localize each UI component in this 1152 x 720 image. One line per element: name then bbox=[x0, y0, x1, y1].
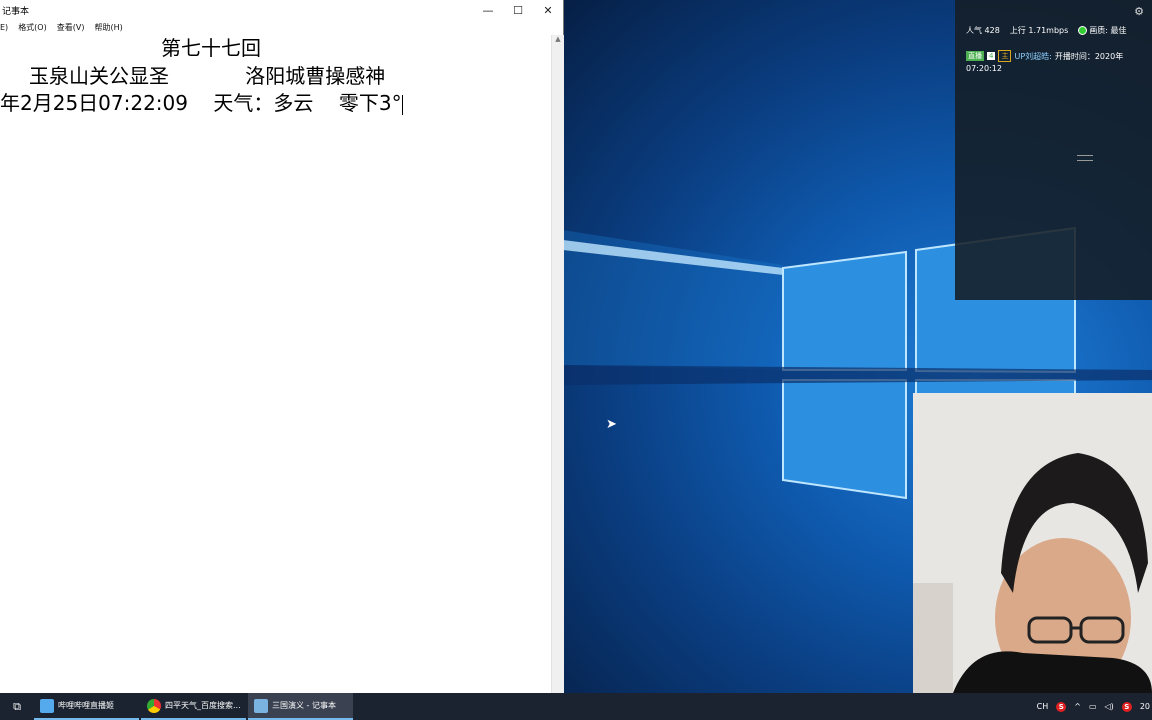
streamer-info: 直播 4 主 UP刘超皓: 开播时间：2020年 bbox=[966, 50, 1123, 62]
up-name: UP刘超皓: bbox=[1014, 51, 1052, 61]
text-editor[interactable]: 第七十七回 玉泉山关公显圣 洛阳城曹操感神 年2月25日07:22:09 天气：… bbox=[0, 35, 551, 693]
quality-status: 画质: 最佳 bbox=[1078, 25, 1127, 36]
menu-edit[interactable]: E) bbox=[0, 23, 8, 32]
minimize-button[interactable]: — bbox=[473, 0, 503, 20]
status-dot-icon bbox=[1078, 26, 1088, 35]
level-number: 4 bbox=[987, 52, 996, 60]
text-line-content: 年2月25日07:22:09 天气：多云 零下3° bbox=[0, 91, 402, 115]
drag-handle[interactable] bbox=[1077, 155, 1093, 161]
vertical-scrollbar[interactable]: ▲ bbox=[551, 35, 564, 693]
upload-rate: 上行 1.71mbps bbox=[1009, 26, 1069, 35]
menu-view[interactable]: 查看(V) bbox=[57, 22, 85, 33]
start-time-label: 开播时间：2020年 bbox=[1054, 51, 1124, 61]
chevron-up-icon[interactable]: ^ bbox=[1074, 702, 1081, 711]
gear-icon[interactable]: ⚙ bbox=[1134, 5, 1144, 18]
text-caret bbox=[401, 94, 403, 115]
maximize-button[interactable]: ☐ bbox=[503, 0, 533, 20]
webcam-feed bbox=[913, 393, 1152, 693]
host-badge: 主 bbox=[998, 50, 1012, 62]
text-line: 第七十七回 bbox=[161, 36, 261, 60]
text-line: 玉泉山关公显圣 洛阳城曹操感神 bbox=[29, 64, 386, 88]
bilibili-app-icon bbox=[40, 698, 54, 713]
popularity-count: 人气 428 bbox=[966, 26, 1000, 35]
scroll-up-icon[interactable]: ▲ bbox=[552, 35, 564, 43]
taskbar-item-label: 四平天气_百度搜索... bbox=[165, 701, 241, 710]
task-view-icon[interactable]: ⧉ bbox=[0, 693, 34, 720]
stats-row: 人气 428 上行 1.71mbps 画质: 最佳 bbox=[966, 25, 1127, 36]
notepad-app-icon bbox=[254, 698, 268, 713]
taskbar-item-notepad[interactable]: 三国演义 - 记事本 bbox=[248, 693, 353, 720]
mouse-pointer-icon: ➤ bbox=[606, 417, 617, 432]
taskbar-item-label: 哔哩哔哩直播姬 bbox=[58, 701, 114, 710]
sogou-icon[interactable]: S bbox=[1056, 701, 1067, 712]
clock[interactable]: 20 bbox=[1140, 702, 1150, 711]
window-title: 记事本 bbox=[2, 6, 30, 17]
menu-bar: E) 格式(O) 查看(V) 帮助(H) bbox=[0, 20, 563, 35]
system-tray: CH S ^ ▭ ◁) S 20 bbox=[1037, 693, 1152, 720]
chrome-app-icon bbox=[147, 698, 161, 713]
taskbar-item-bilibili[interactable]: 哔哩哔哩直播姬 bbox=[34, 693, 139, 720]
text-line: 年2月25日07:22:09 天气：多云 零下3° bbox=[0, 90, 403, 117]
webcam-image bbox=[913, 393, 1152, 693]
taskbar: ⧉ 哔哩哔哩直播姬 四平天气_百度搜索... 三国演义 - 记事本 CH S ^… bbox=[0, 693, 1152, 720]
level-badge: 直播 bbox=[966, 51, 984, 61]
notepad-titlebar[interactable]: 记事本 — ☐ ✕ bbox=[0, 0, 563, 20]
volume-icon[interactable]: ◁) bbox=[1105, 702, 1114, 711]
menu-format[interactable]: 格式(O) bbox=[18, 22, 47, 33]
network-icon[interactable]: ▭ bbox=[1089, 702, 1097, 711]
start-time-value: 07:20:12 bbox=[966, 64, 1002, 73]
ime-indicator[interactable]: CH bbox=[1037, 702, 1049, 711]
close-button[interactable]: ✕ bbox=[533, 0, 563, 20]
notepad-window[interactable]: 记事本 — ☐ ✕ E) 格式(O) 查看(V) 帮助(H) 第七十七回 玉泉山… bbox=[0, 0, 564, 693]
taskbar-item-label: 三国演义 - 记事本 bbox=[272, 701, 336, 710]
menu-help[interactable]: 帮助(H) bbox=[94, 22, 122, 33]
live-stats-panel: ⚙ 人气 428 上行 1.71mbps 画质: 最佳 直播 4 主 UP刘超皓:… bbox=[955, 0, 1152, 300]
taskbar-item-browser[interactable]: 四平天气_百度搜索... bbox=[141, 693, 246, 720]
sogou-icon-2[interactable]: S bbox=[1121, 701, 1132, 712]
